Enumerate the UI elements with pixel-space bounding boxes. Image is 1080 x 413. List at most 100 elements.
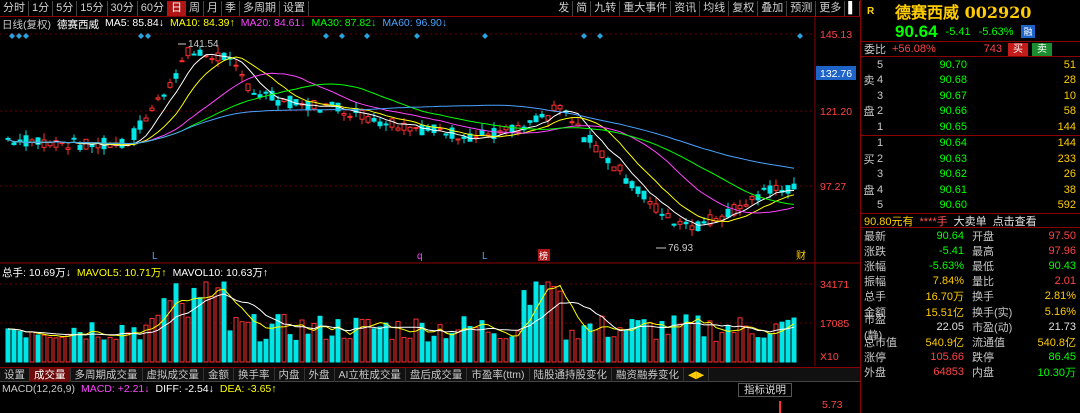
stat-label: 跌停 (972, 352, 994, 365)
orderbook-row[interactable]: 盘 4 90.61 38 (861, 182, 1080, 198)
macd-axis-label: 5.73 (822, 399, 843, 411)
volume-bar (779, 321, 785, 363)
volume-bar (701, 336, 707, 363)
volume-bar (689, 322, 695, 363)
stat-value: 540.8亿 (1037, 336, 1076, 349)
volume-bar (623, 329, 629, 363)
candle-body (167, 82, 173, 88)
tab-turnover[interactable]: 换手率 (234, 368, 275, 382)
level-volume: 144 (1057, 120, 1076, 133)
event-marker-label[interactable]: 榜 (539, 250, 548, 261)
indicator-help-button[interactable]: 指标说明 (738, 383, 792, 397)
big-order-strip[interactable]: 90.80元有 ****手 大卖单 点击查看 (861, 213, 1080, 228)
candle-body (749, 196, 755, 201)
volume-bar (149, 317, 155, 363)
candle-body (329, 101, 335, 106)
volume-bar (125, 332, 131, 363)
tab-virtual-volume[interactable]: 虚拟成交量 (143, 368, 204, 382)
orderbook-row[interactable]: 买 2 90.63 233 (861, 151, 1080, 167)
orderbook-row[interactable]: 3 90.67 10 (861, 88, 1080, 104)
tab-inner[interactable]: 内盘 (275, 368, 305, 382)
buy-button[interactable]: 买 (1008, 42, 1028, 56)
volume-bar (485, 331, 491, 363)
candle-body (737, 204, 743, 210)
tab-amount[interactable]: 金额 (204, 368, 234, 382)
level-price: 90.61 (939, 183, 967, 196)
event-marker-label[interactable]: 财 (796, 249, 806, 262)
macd-label: MACD(12,26,9) (2, 383, 75, 395)
candle-body (473, 136, 479, 139)
event-diamond[interactable] (797, 33, 803, 39)
mavol5-value: MAVOL5: 10.71万↑ (76, 267, 167, 279)
candle-body (389, 118, 395, 128)
level-price: 90.60 (939, 199, 967, 212)
event-diamond[interactable] (23, 33, 29, 39)
tab-outer[interactable]: 外盘 (305, 368, 335, 382)
volume-bar (203, 281, 209, 363)
stat-row: 振幅 7.84% 量比 2.01 (864, 274, 1080, 289)
tab-margin[interactable]: 融资融券变化 (612, 368, 684, 382)
volume-bar (581, 325, 587, 363)
stat-row: 外盘 64853 内盘 10.30万 (864, 365, 1080, 380)
event-diamond[interactable] (414, 33, 420, 39)
event-diamond[interactable] (339, 33, 345, 39)
volume-bar (719, 331, 725, 363)
stat-label: 最高 (972, 245, 994, 258)
volume-bar (569, 329, 575, 363)
candle-body (569, 121, 575, 124)
orderbook-row[interactable]: 5 90.60 592 (861, 198, 1080, 214)
event-marker-label[interactable]: L (152, 251, 158, 262)
event-diamond[interactable] (323, 33, 329, 39)
event-diamond[interactable] (482, 33, 488, 39)
volume-bar (77, 331, 83, 363)
volume-bar (761, 337, 767, 363)
volume-bar (95, 336, 101, 363)
event-diamond[interactable] (9, 33, 15, 39)
event-marker-label[interactable]: L (482, 251, 488, 262)
candle-body (131, 128, 137, 140)
tab-scroll-arrows[interactable]: ◀▶ (684, 368, 710, 382)
tab-after-hours[interactable]: 盘后成交量 (406, 368, 468, 382)
candle-body (137, 120, 143, 130)
volume-bar (677, 323, 683, 363)
volume-bar (29, 331, 35, 363)
orderbook-row[interactable]: 盘 2 90.66 58 (861, 104, 1080, 120)
candle-body (587, 135, 593, 143)
candle-body (773, 184, 779, 191)
level-volume: 233 (1057, 152, 1076, 165)
tab-pe-ttm[interactable]: 市盈率(ttm) (467, 368, 530, 382)
candle-body (695, 221, 701, 232)
tab-volume[interactable]: 成交量 (30, 368, 71, 382)
volume-bar (767, 333, 773, 363)
tab-settings[interactable]: 设置 (0, 368, 30, 382)
orderbook-row[interactable]: 1 90.65 144 (861, 119, 1080, 135)
volume-bar (755, 337, 761, 363)
stat-value: 105.66 (930, 351, 964, 364)
kline-chart-svg[interactable]: 145.13 132.76 121.20 97.27 34171 17085 X… (0, 0, 860, 413)
volume-bar (107, 336, 113, 363)
volume-bar (707, 320, 713, 363)
orderbook-row[interactable]: 1 90.64 144 (861, 136, 1080, 152)
orderbook-row[interactable]: 3 90.62 26 (861, 167, 1080, 183)
level-number: 1 (877, 120, 884, 133)
view-details-link[interactable]: 点击查看 (993, 213, 1037, 229)
orderbook-row[interactable]: 卖 4 90.68 28 (861, 73, 1080, 89)
event-diamond[interactable] (364, 33, 370, 39)
event-diamond[interactable] (138, 33, 144, 39)
volume-bar (323, 338, 329, 363)
level-volume: 28 (1063, 74, 1076, 87)
orderbook-row[interactable]: 5 90.70 51 (861, 57, 1080, 73)
tab-multi-volume[interactable]: 多周期成交量 (71, 368, 143, 382)
volume-bar (431, 335, 437, 363)
volume-bar (551, 285, 557, 363)
level-number: 1 (877, 137, 884, 150)
event-diamond[interactable] (597, 33, 603, 39)
event-marker-label[interactable]: q (417, 251, 423, 262)
tab-northbound[interactable]: 陆股通持股变化 (530, 368, 612, 382)
chart-area[interactable]: 分时 1分 5分 15分 30分 60分 日 周 月 季 多周期 设置 发 简 … (0, 0, 860, 413)
stat-value: 22.05 (936, 320, 964, 333)
candle-body (455, 138, 461, 141)
tab-ai-volume[interactable]: AI立桩成交量 (335, 368, 406, 382)
sell-button[interactable]: 卖 (1032, 42, 1052, 56)
candle-body (71, 137, 77, 140)
